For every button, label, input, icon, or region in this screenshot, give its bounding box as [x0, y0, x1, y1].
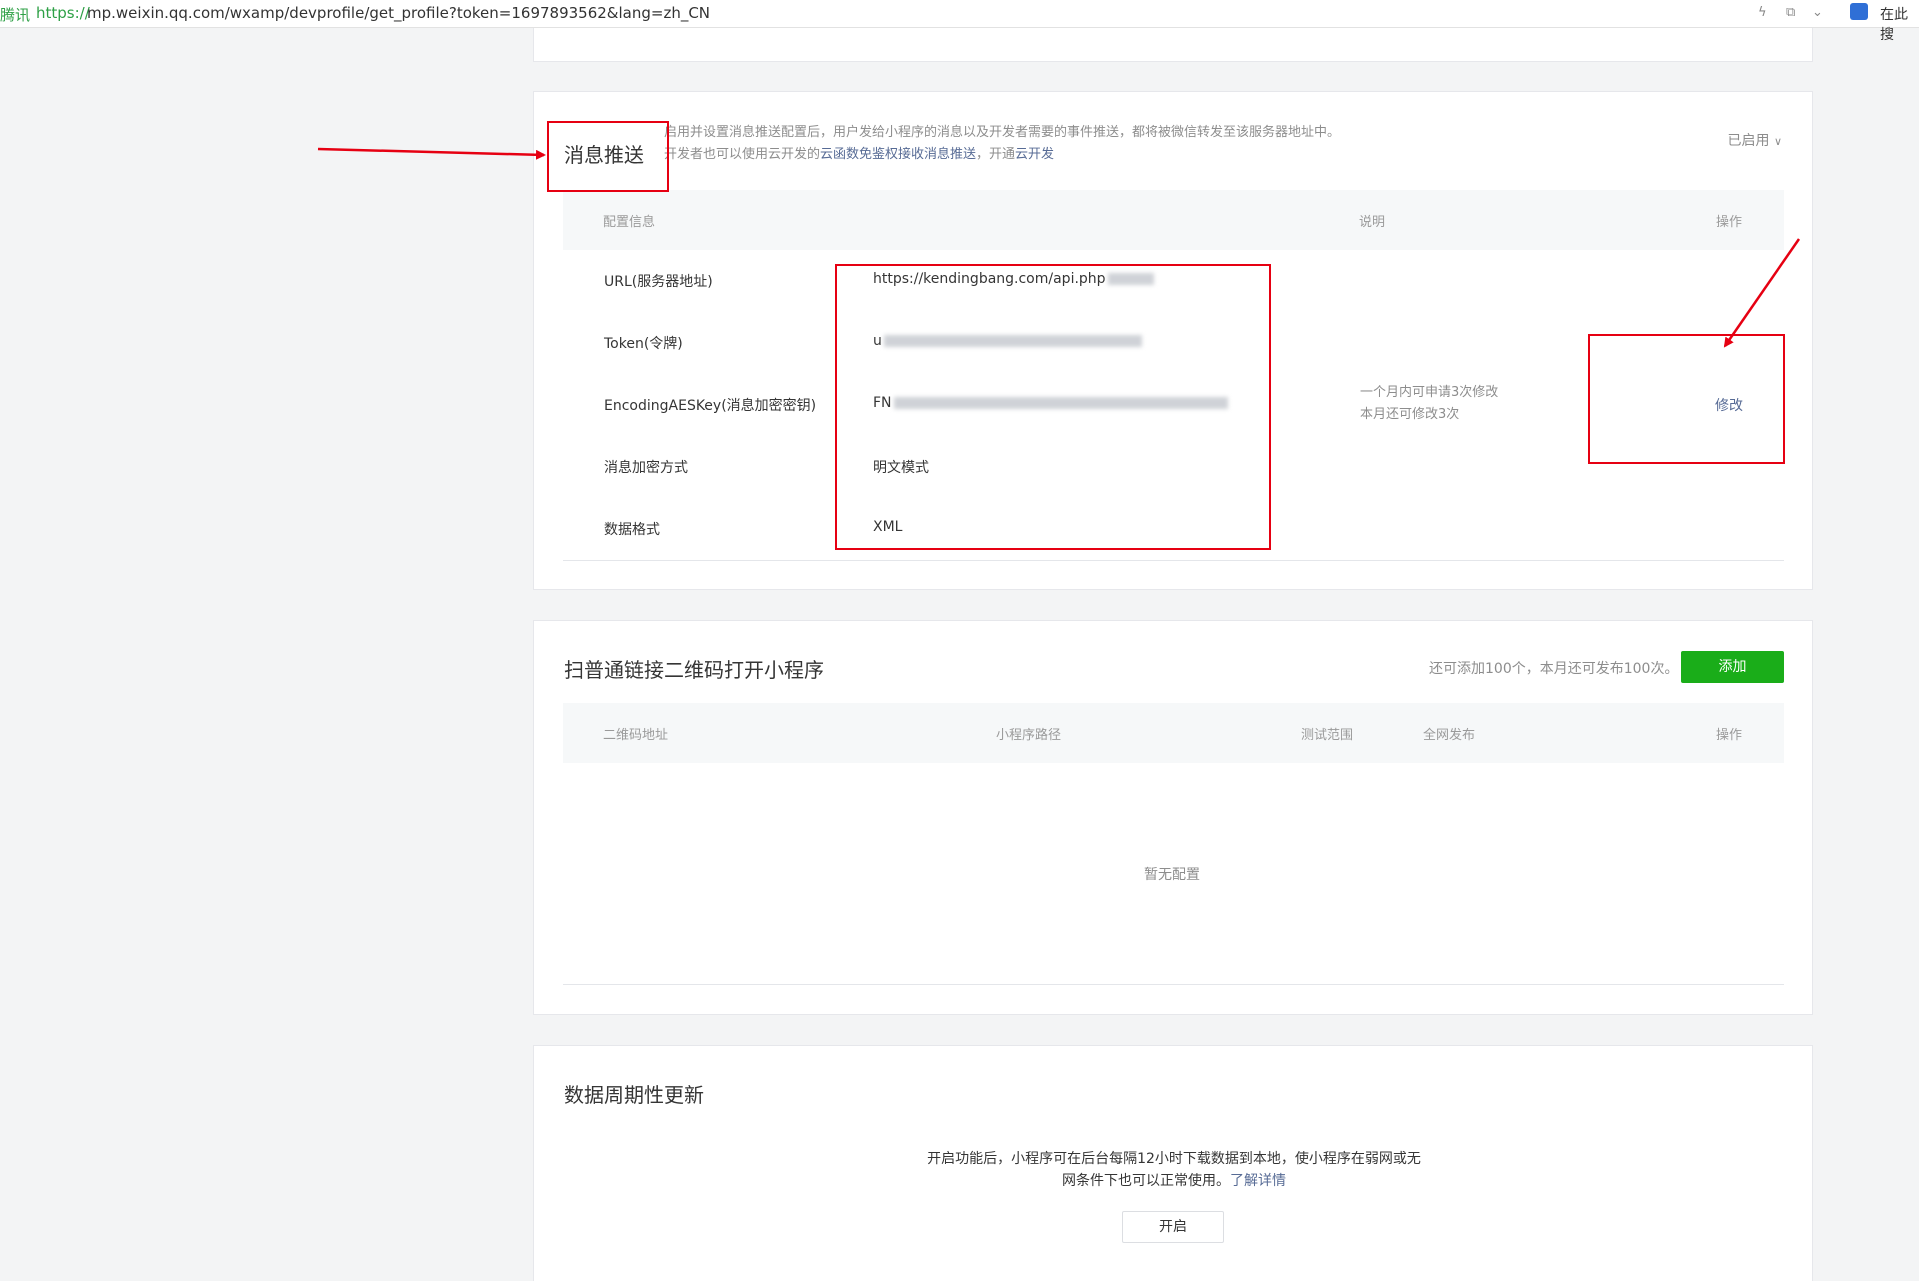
row-value-aeskey: FN — [873, 395, 1228, 411]
desc-line2-prefix: 开发者也可以使用云开发的 — [664, 147, 821, 162]
qrcode-table-header: 二维码地址 小程序路径 测试范围 全网发布 操作 — [563, 703, 1784, 763]
status-dropdown[interactable]: 已启用 ∨ — [1727, 130, 1782, 150]
desc-line1: 启用并设置消息推送配置后，用户发给小程序的消息以及开发者需要的事件推送，都将被微… — [664, 125, 1341, 140]
browser-address-bar[interactable]: 腾讯 https:// mp.weixin.qq.com/wxamp/devpr… — [0, 0, 1919, 43]
modify-note-line2: 本月还可修改3次 — [1360, 407, 1460, 422]
periodic-title: 数据周期性更新 — [564, 1083, 704, 1107]
desc-line2-sep: ，开通 — [976, 147, 1016, 162]
col-qr-path: 小程序路径 — [996, 728, 1062, 743]
row-label-aeskey: EncodingAESKey(消息加密密钥) — [604, 398, 817, 414]
col-config: 配置信息 — [603, 215, 656, 230]
desc-line2: 开发者也可以使用云开发的云函数免鉴权接收消息推送，开通云开发 — [664, 144, 1424, 166]
periodic-description: 开启功能后，小程序可在后台每隔12小时下载数据到本地，使小程序在弱网或无 网条件… — [774, 1148, 1574, 1192]
url-value: https://kendingbang.com/api.php — [873, 271, 1106, 287]
modify-note-line1: 一个月内可申请3次修改 — [1360, 385, 1499, 400]
row-value-encrypt-mode: 明文模式 — [873, 460, 929, 476]
qrcode-table-divider — [563, 984, 1784, 985]
periodic-desc-line2-prefix: 网条件下也可以正常使用。 — [1062, 1173, 1230, 1189]
search-box-hint[interactable]: 在此搜 — [1880, 4, 1919, 44]
lightning-icon[interactable]: ϟ — [1758, 5, 1767, 20]
qrcode-title: 扫普通链接二维码打开小程序 — [564, 658, 824, 682]
message-push-card: 消息推送 启用并设置消息推送配置后，用户发给小程序的消息以及开发者需要的事件推送… — [533, 91, 1813, 590]
row-value-url: https://kendingbang.com/api.php — [873, 271, 1154, 287]
aeskey-value: FN — [873, 395, 892, 411]
share-icon[interactable]: ⧉ — [1786, 5, 1795, 20]
row-label-url: URL(服务器地址) — [604, 274, 713, 290]
learn-more-link[interactable]: 了解详情 — [1230, 1173, 1286, 1189]
qrcode-quota-text: 还可添加100个，本月还可发布100次。 — [1429, 661, 1679, 677]
periodic-desc-line1: 开启功能后，小程序可在后台每隔12小时下载数据到本地，使小程序在弱网或无 — [927, 1151, 1421, 1167]
modify-link[interactable]: 修改 — [1715, 395, 1743, 415]
message-push-description: 启用并设置消息推送配置后，用户发给小程序的消息以及开发者需要的事件推送，都将被微… — [664, 122, 1424, 166]
row-value-data-format: XML — [873, 519, 903, 535]
row-value-token: u — [873, 333, 1142, 349]
col-qr-test: 测试范围 — [1301, 728, 1354, 743]
col-desc: 说明 — [1359, 215, 1386, 230]
qrcode-card: 扫普通链接二维码打开小程序 还可添加100个，本月还可发布100次。 添加 二维… — [533, 620, 1813, 1015]
previous-card — [533, 28, 1813, 62]
periodic-desc-line2: 网条件下也可以正常使用。了解详情 — [774, 1170, 1574, 1192]
message-push-table-header: 配置信息 说明 操作 — [563, 190, 1784, 250]
arrow-to-title — [317, 147, 546, 160]
col-qr-action: 操作 — [1716, 728, 1743, 743]
col-qr-publish: 全网发布 — [1423, 728, 1476, 743]
row-label-token: Token(令牌) — [604, 336, 683, 352]
periodic-update-card: 数据周期性更新 开启功能后，小程序可在后台每隔12小时下载数据到本地，使小程序在… — [533, 1045, 1813, 1281]
blurred-text — [1107, 273, 1154, 285]
col-qr-addr: 二维码地址 — [603, 728, 669, 743]
cloud-function-link[interactable]: 云函数免鉴权接收消息推送 — [820, 147, 976, 162]
col-action: 操作 — [1716, 215, 1743, 230]
site-label: 腾讯 — [0, 6, 31, 24]
row-label-data-format: 数据格式 — [604, 522, 660, 538]
modify-note: 一个月内可申请3次修改 本月还可修改3次 — [1360, 382, 1498, 426]
table-bottom-divider — [563, 560, 1784, 561]
chevron-down-icon: ∨ — [1773, 135, 1782, 148]
token-value: u — [873, 333, 882, 349]
enable-periodic-button[interactable]: 开启 — [1122, 1211, 1224, 1243]
status-label: 已启用 — [1727, 133, 1770, 149]
qrcode-empty-text: 暂无配置 — [1144, 867, 1200, 883]
url-text[interactable]: mp.weixin.qq.com/wxamp/devprofile/get_pr… — [87, 4, 710, 22]
blurred-text — [893, 397, 1228, 409]
search-engine-icon[interactable] — [1850, 3, 1868, 20]
chevron-down-icon[interactable]: ⌄ — [1812, 5, 1823, 20]
blurred-text — [883, 335, 1142, 347]
row-label-encrypt-mode: 消息加密方式 — [604, 460, 688, 476]
url-protocol[interactable]: https:// — [36, 4, 90, 22]
add-qrcode-button[interactable]: 添加 — [1681, 651, 1784, 683]
message-push-title: 消息推送 — [564, 143, 644, 167]
cloud-dev-link[interactable]: 云开发 — [1015, 147, 1054, 162]
